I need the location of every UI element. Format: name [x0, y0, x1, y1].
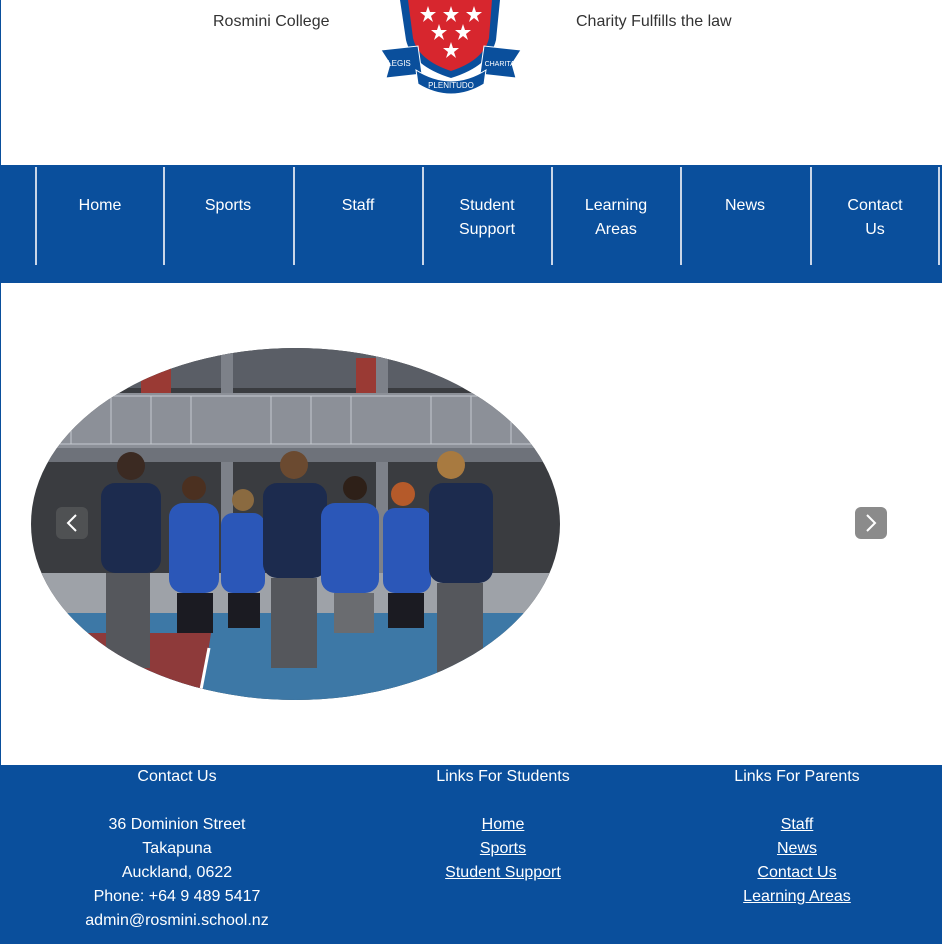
svg-text:CHARITAS: CHARITAS	[485, 61, 520, 68]
chevron-right-icon	[866, 514, 877, 532]
nav-item-staff[interactable]: Staff	[293, 167, 421, 265]
nav-label: Staff	[341, 197, 375, 214]
nav-item-student-support[interactable]: Student Support	[422, 167, 550, 265]
nav-label: Support	[458, 221, 516, 238]
phone-number: Phone: +64 9 489 5417	[93, 888, 261, 905]
site-header: Rosmini College LEGIS CHARITAS PLENITUDO…	[0, 0, 942, 165]
nav-label: Learning	[584, 197, 648, 214]
nav-label: Home	[78, 197, 122, 214]
footer-heading: Links For Parents	[734, 768, 860, 785]
nav-label: Us	[865, 221, 885, 238]
nav-label: Contact	[847, 197, 903, 214]
main-navigation: Home Sports Staff Student Support Learni…	[0, 165, 942, 283]
svg-text:LEGIS: LEGIS	[387, 59, 411, 68]
address-street: 36 Dominion Street	[108, 816, 246, 833]
nav-divider	[938, 167, 940, 265]
nav-label: Areas	[595, 221, 637, 238]
hero-slideshow	[0, 283, 942, 765]
nav-item-home[interactable]: Home	[35, 167, 163, 265]
nav-item-contact-us[interactable]: Contact Us	[810, 167, 938, 265]
footer-students-column: Links For Students Home Sports Student S…	[403, 765, 603, 885]
email-address: admin@rosmini.school.nz	[85, 912, 269, 929]
footer-link-student-support[interactable]: Student Support	[403, 861, 603, 885]
footer-heading: Links For Students	[436, 768, 570, 785]
slideshow-previous-button[interactable]	[56, 507, 88, 539]
nav-item-sports[interactable]: Sports	[163, 167, 291, 265]
footer-contact-column: Contact Us 36 Dominion Street Takapuna A…	[77, 765, 277, 933]
footer-heading: Contact Us	[137, 768, 217, 785]
footer-link-learning-areas[interactable]: Learning Areas	[697, 885, 897, 909]
nav-label: News	[724, 197, 765, 214]
address-city: Auckland, 0622	[121, 864, 233, 881]
footer-link-news[interactable]: News	[697, 837, 897, 861]
nav-label: Sports	[204, 197, 252, 214]
slideshow-next-button[interactable]	[855, 507, 887, 539]
chevron-left-icon	[66, 514, 77, 532]
site-footer: Contact Us 36 Dominion Street Takapuna A…	[0, 765, 942, 944]
students-photo	[31, 348, 560, 700]
college-name: Rosmini College	[213, 13, 330, 30]
nav-item-learning-areas[interactable]: Learning Areas	[551, 167, 679, 265]
college-motto: Charity Fulfills the law	[576, 13, 732, 30]
footer-link-contact-us[interactable]: Contact Us	[697, 861, 897, 885]
footer-link-staff[interactable]: Staff	[697, 813, 897, 837]
nav-label: Student	[459, 197, 515, 214]
school-crest-logo[interactable]: LEGIS CHARITAS PLENITUDO	[378, 0, 524, 98]
nav-item-news[interactable]: News	[680, 167, 808, 265]
footer-link-sports[interactable]: Sports	[403, 837, 603, 861]
address-suburb: Takapuna	[142, 840, 212, 857]
svg-text:PLENITUDO: PLENITUDO	[428, 81, 474, 90]
footer-link-home[interactable]: Home	[403, 813, 603, 837]
footer-parents-column: Links For Parents Staff News Contact Us …	[697, 765, 897, 909]
